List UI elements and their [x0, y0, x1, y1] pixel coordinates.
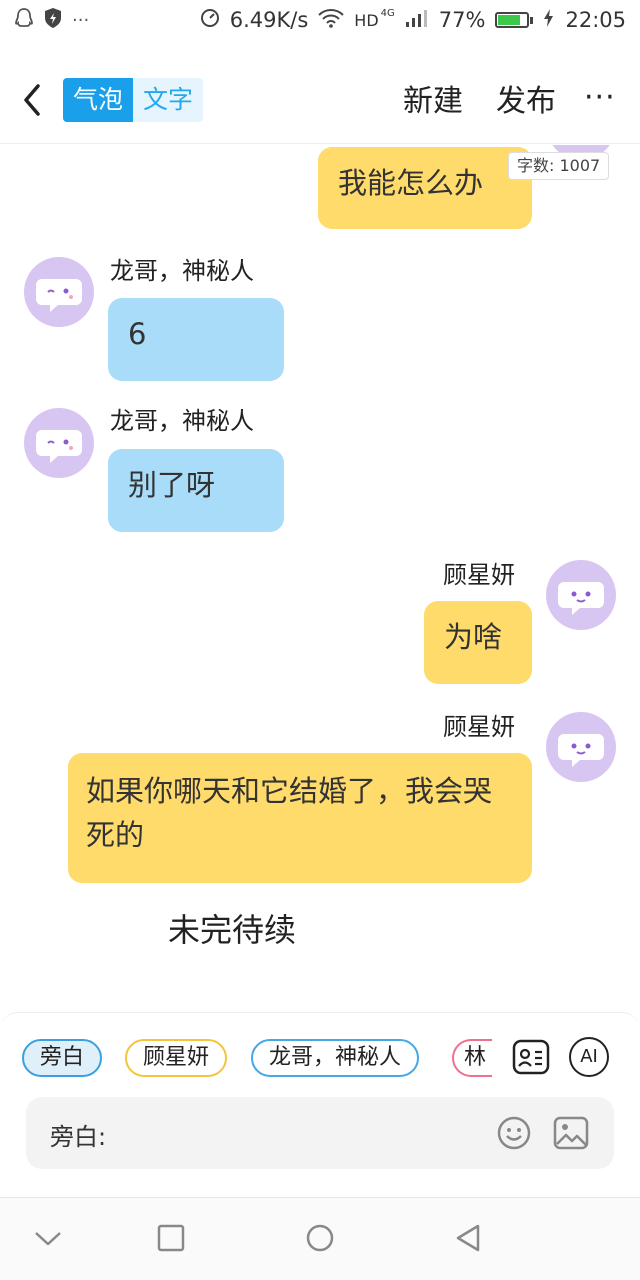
- status-bar: ··· 6.49K/s HD 4G 77% 22:05: [0, 0, 640, 40]
- new-button[interactable]: 新建: [403, 76, 463, 120]
- smiley-icon: [497, 1116, 531, 1150]
- image-button[interactable]: [552, 1115, 590, 1151]
- avatar[interactable]: [24, 408, 94, 478]
- back-button[interactable]: [18, 80, 48, 120]
- speaker-name: 顾星妍: [443, 561, 515, 589]
- wifi-icon: [318, 8, 345, 33]
- clock: 22:05: [565, 8, 626, 32]
- battery-icon: [495, 12, 534, 28]
- speaker-name: 顾星妍: [443, 713, 515, 741]
- input-role-label: 旁白:: [50, 1123, 107, 1151]
- network-speed: 6.49K/s: [229, 8, 309, 32]
- app-header: 气泡 文字 新建 发布 ···: [0, 40, 640, 144]
- nav-hide-button[interactable]: [32, 1222, 64, 1254]
- narration-text[interactable]: 未完待续: [168, 905, 296, 951]
- message-input[interactable]: 旁白:: [26, 1097, 614, 1169]
- chevron-down-icon: [35, 1232, 61, 1246]
- battery-percent: 77%: [438, 8, 486, 32]
- system-nav-bar: [0, 1197, 640, 1280]
- nav-home-button[interactable]: [304, 1222, 336, 1254]
- character-card-button[interactable]: [511, 1037, 551, 1077]
- role-chip-long-ge[interactable]: 龙哥，神秘人: [251, 1039, 420, 1077]
- avatar[interactable]: [24, 257, 94, 327]
- tab-bubble[interactable]: 气泡: [63, 78, 134, 122]
- chevron-left-icon: [24, 84, 40, 116]
- circle-icon: [306, 1224, 334, 1252]
- speaker-name: 龙哥，神秘人: [110, 407, 254, 435]
- message-bubble[interactable]: 我能怎么办: [318, 147, 532, 229]
- role-chip-lin[interactable]: 林: [452, 1039, 492, 1077]
- emoji-button[interactable]: [496, 1115, 532, 1151]
- message-bubble[interactable]: 如果你哪天和它结婚了，我会哭死的: [68, 753, 532, 883]
- word-count-badge: 字数: 1007: [508, 152, 610, 180]
- qq-icon: [14, 7, 34, 34]
- network-type: HD: [354, 10, 379, 30]
- triangle-back-icon: [456, 1224, 480, 1252]
- chat-area[interactable]: 我能怎么办 字数: 1007 龙哥，神秘人 6 龙哥，神秘人 别了呀 顾星妍 为…: [0, 145, 640, 1015]
- square-icon: [157, 1224, 185, 1252]
- signal-icon: [405, 8, 429, 33]
- avatar[interactable]: [546, 560, 616, 630]
- shield-icon: [44, 7, 62, 34]
- chat-face-icon: [36, 279, 82, 312]
- chat-face-icon: [558, 734, 604, 767]
- ai-button[interactable]: AI: [569, 1037, 609, 1077]
- more-dots-icon: ···: [72, 9, 90, 31]
- chat-face-icon: [36, 430, 82, 463]
- signal-generation: 4G: [380, 7, 395, 19]
- publish-button[interactable]: 发布: [496, 76, 556, 120]
- more-menu-button[interactable]: ···: [584, 80, 616, 115]
- tab-text[interactable]: 文字: [133, 78, 203, 122]
- role-chip-gu-xingyan[interactable]: 顾星妍: [125, 1039, 228, 1077]
- nav-recents-button[interactable]: [155, 1222, 187, 1254]
- role-chip-narrator[interactable]: 旁白: [22, 1039, 103, 1077]
- mode-toggle[interactable]: 气泡 文字: [63, 78, 204, 122]
- nav-back-button[interactable]: [452, 1222, 484, 1254]
- speaker-name: 龙哥，神秘人: [110, 257, 254, 285]
- avatar[interactable]: [546, 712, 616, 782]
- contact-card-icon: [512, 1039, 550, 1075]
- message-bubble[interactable]: 为啥: [424, 601, 532, 684]
- charging-icon: [543, 8, 555, 33]
- message-bubble[interactable]: 别了呀: [108, 449, 284, 532]
- image-icon: [553, 1116, 589, 1150]
- speed-icon: [200, 8, 220, 33]
- message-bubble[interactable]: 6: [108, 298, 284, 381]
- input-panel: 旁白 顾星妍 龙哥，神秘人 林 AI 旁白:: [0, 1012, 640, 1197]
- chat-face-icon: [558, 582, 604, 615]
